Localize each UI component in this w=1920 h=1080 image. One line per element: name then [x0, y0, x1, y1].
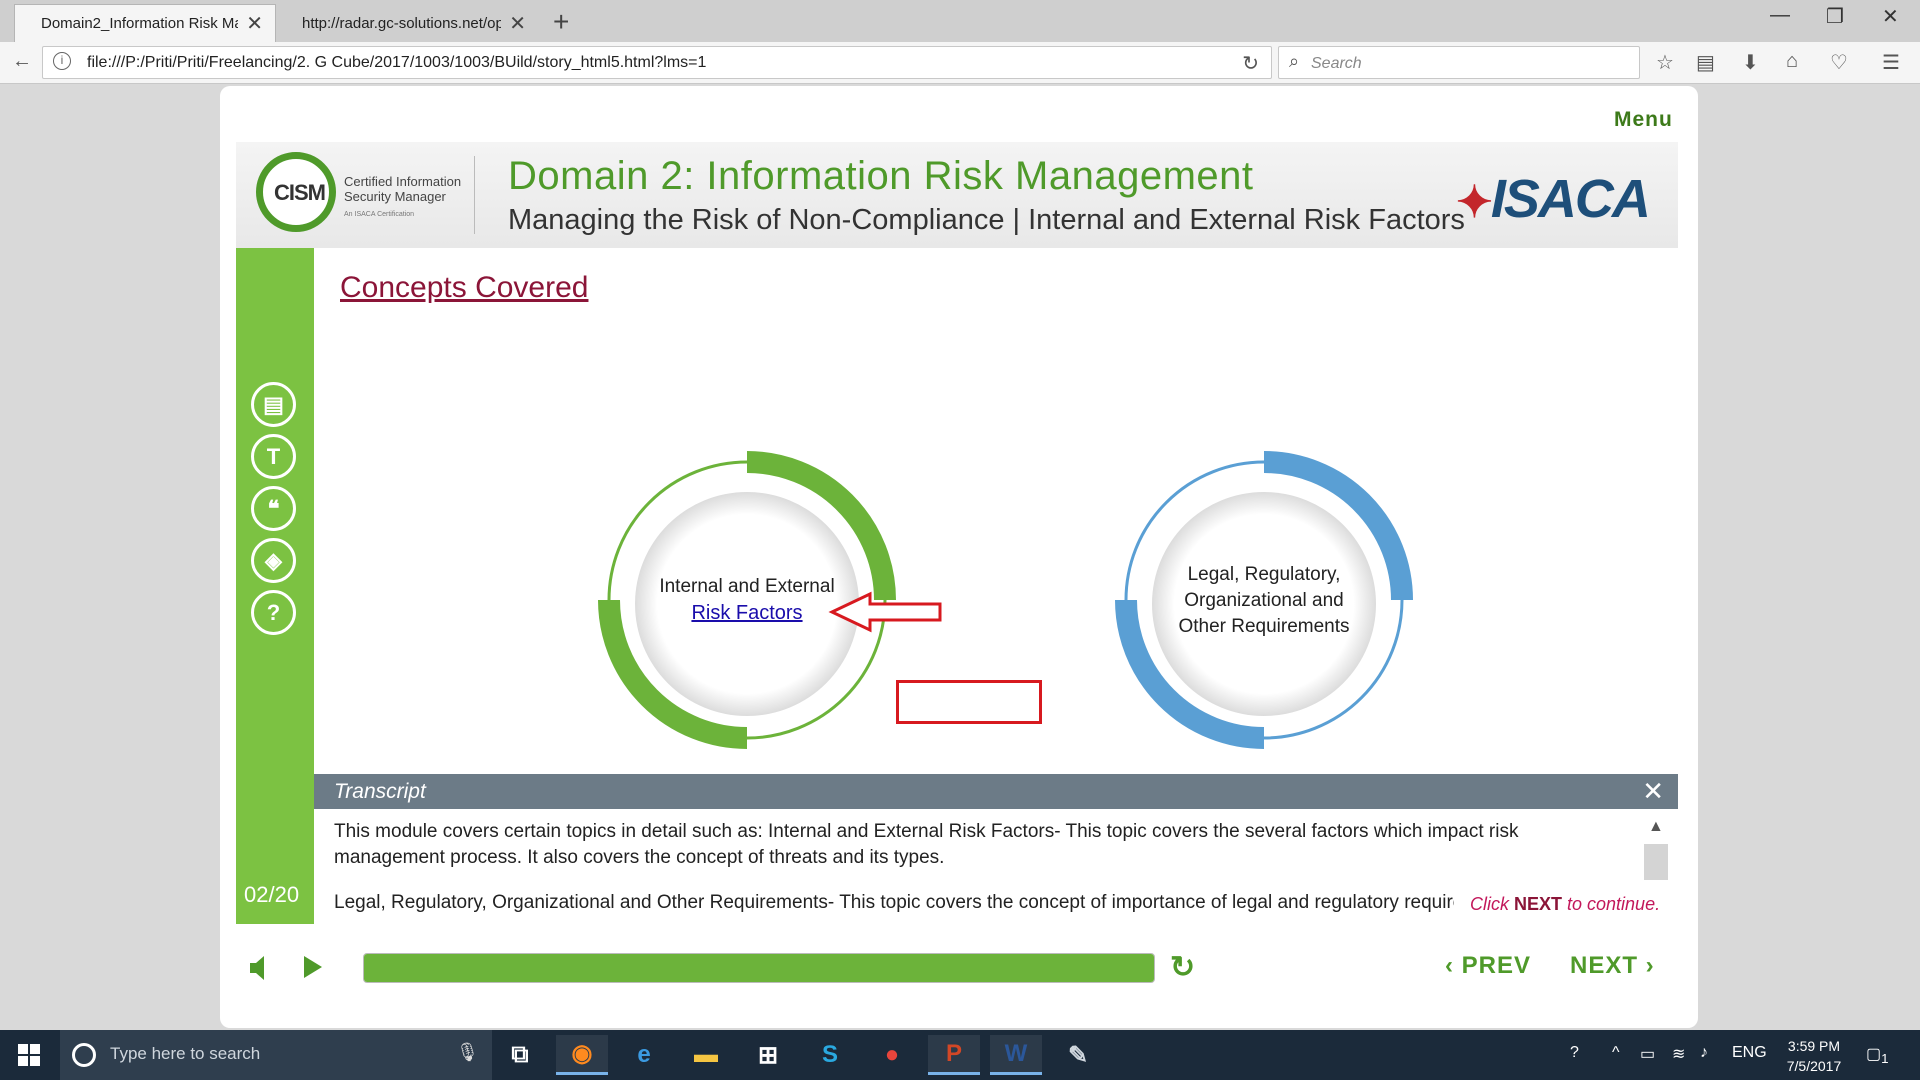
- play-button[interactable]: [304, 956, 322, 978]
- word-icon[interactable]: W: [990, 1035, 1042, 1075]
- search-icon: ⌕: [1289, 51, 1300, 71]
- volume-icon[interactable]: [250, 954, 264, 982]
- concept-2-label: Legal, Regulatory, Organizational and Ot…: [1178, 564, 1350, 637]
- transcript-header: Transcript ✕: [314, 774, 1678, 809]
- progress-fill: [364, 954, 1154, 982]
- browser-search-input[interactable]: ⌕ Search: [1278, 46, 1640, 79]
- continue-hint: Click NEXT to continue.: [1470, 894, 1661, 914]
- help-tray-icon[interactable]: ?: [1570, 1044, 1579, 1062]
- scroll-up-icon[interactable]: ▲: [1648, 818, 1664, 836]
- back-icon[interactable]: ←: [12, 50, 32, 73]
- system-clock[interactable]: 3:59 PM 7/5/2017: [1774, 1036, 1854, 1076]
- callout-highlight-box: [896, 680, 1042, 724]
- battery-icon[interactable]: ▭: [1640, 1044, 1655, 1064]
- show-hidden-icons-icon[interactable]: ^: [1612, 1044, 1620, 1062]
- next-button[interactable]: NEXT ›: [1570, 952, 1655, 980]
- cortana-icon: [72, 1043, 96, 1067]
- taskbar-search-input[interactable]: Type here to search 🎙: [60, 1030, 492, 1080]
- transcript-paragraph: Legal, Regulatory, Organizational and Ot…: [334, 892, 1454, 913]
- prev-button[interactable]: ‹ PREV: [1445, 952, 1531, 980]
- pocket-icon[interactable]: ♡: [1830, 50, 1848, 75]
- task-view-icon[interactable]: ⧉: [494, 1035, 546, 1075]
- search-placeholder: Search: [1311, 55, 1362, 72]
- powerpoint-icon[interactable]: P: [928, 1035, 980, 1075]
- reload-icon[interactable]: ↻: [1242, 51, 1259, 76]
- course-player: Menu CISM Certified Information Security…: [220, 86, 1698, 1028]
- progress-bar[interactable]: [363, 953, 1155, 983]
- tab-title: Domain2_Information Risk Mana: [41, 15, 239, 32]
- notifications-icon[interactable]: ▢1: [1866, 1044, 1889, 1066]
- tab-radar[interactable]: http://radar.gc-solutions.net/ope ✕: [276, 4, 538, 42]
- wifi-icon[interactable]: ≋: [1672, 1044, 1685, 1064]
- taskbar-search-placeholder: Type here to search: [110, 1044, 261, 1063]
- windows-taskbar: Type here to search 🎙 ⧉ ◉ e ▬ ⊞ S ● P W …: [0, 1030, 1920, 1080]
- chrome-icon[interactable]: ●: [866, 1035, 918, 1075]
- download-icon[interactable]: ⬇: [1742, 50, 1759, 75]
- risk-factors-link[interactable]: Risk Factors: [637, 600, 857, 626]
- tab-title: http://radar.gc-solutions.net/ope: [302, 14, 502, 32]
- store-icon[interactable]: ⊞: [742, 1035, 794, 1075]
- transcript-paragraph: This module covers certain topics in det…: [334, 821, 1519, 868]
- skype-icon[interactable]: S: [804, 1035, 856, 1075]
- replay-icon[interactable]: ↻: [1170, 950, 1195, 985]
- transcript-label: Transcript: [334, 780, 426, 803]
- home-icon[interactable]: ⌂: [1786, 50, 1798, 73]
- reading-list-icon[interactable]: ▤: [1696, 50, 1715, 75]
- microphone-icon[interactable]: 🎙: [456, 1042, 479, 1063]
- paint-icon[interactable]: ✎: [1052, 1035, 1104, 1075]
- playback-controls: ↻ ‹ PREV NEXT ›: [220, 946, 1698, 1006]
- language-indicator[interactable]: ENG: [1732, 1044, 1767, 1062]
- speaker-icon[interactable]: ♪: [1700, 1044, 1708, 1062]
- close-window-icon[interactable]: ✕: [1882, 4, 1899, 29]
- close-tab-icon[interactable]: ✕: [246, 11, 263, 36]
- edge-icon[interactable]: e: [618, 1035, 670, 1075]
- windows-start-icon[interactable]: [18, 1044, 40, 1066]
- address-bar[interactable]: i file:///P:/Priti/Priti/Freelancing/2. …: [42, 46, 1272, 79]
- file-explorer-icon[interactable]: ▬: [680, 1035, 732, 1075]
- restore-icon[interactable]: ❐: [1826, 4, 1844, 29]
- browser-tab-bar: Domain2_Information Risk Mana ✕ http://r…: [0, 0, 1920, 42]
- scroll-thumb[interactable]: [1644, 844, 1668, 880]
- hamburger-menu-icon[interactable]: ☰: [1882, 50, 1900, 75]
- url-text: file:///P:/Priti/Priti/Freelancing/2. G …: [87, 54, 707, 71]
- bookmark-star-icon[interactable]: ☆: [1656, 50, 1674, 75]
- firefox-icon[interactable]: ◉: [556, 1035, 608, 1075]
- concept-1-label: Internal and External Risk Factors: [637, 574, 857, 626]
- close-transcript-icon[interactable]: ✕: [1642, 776, 1664, 807]
- info-icon[interactable]: i: [53, 52, 71, 70]
- minimize-icon[interactable]: —: [1770, 4, 1790, 27]
- tab-course[interactable]: Domain2_Information Risk Mana ✕: [14, 4, 276, 42]
- close-tab-icon[interactable]: ✕: [509, 11, 526, 36]
- page-indicator: 02/20: [244, 882, 300, 907]
- browser-nav-bar: ← i file:///P:/Priti/Priti/Freelancing/2…: [0, 42, 1920, 84]
- new-tab-icon[interactable]: +: [553, 6, 569, 38]
